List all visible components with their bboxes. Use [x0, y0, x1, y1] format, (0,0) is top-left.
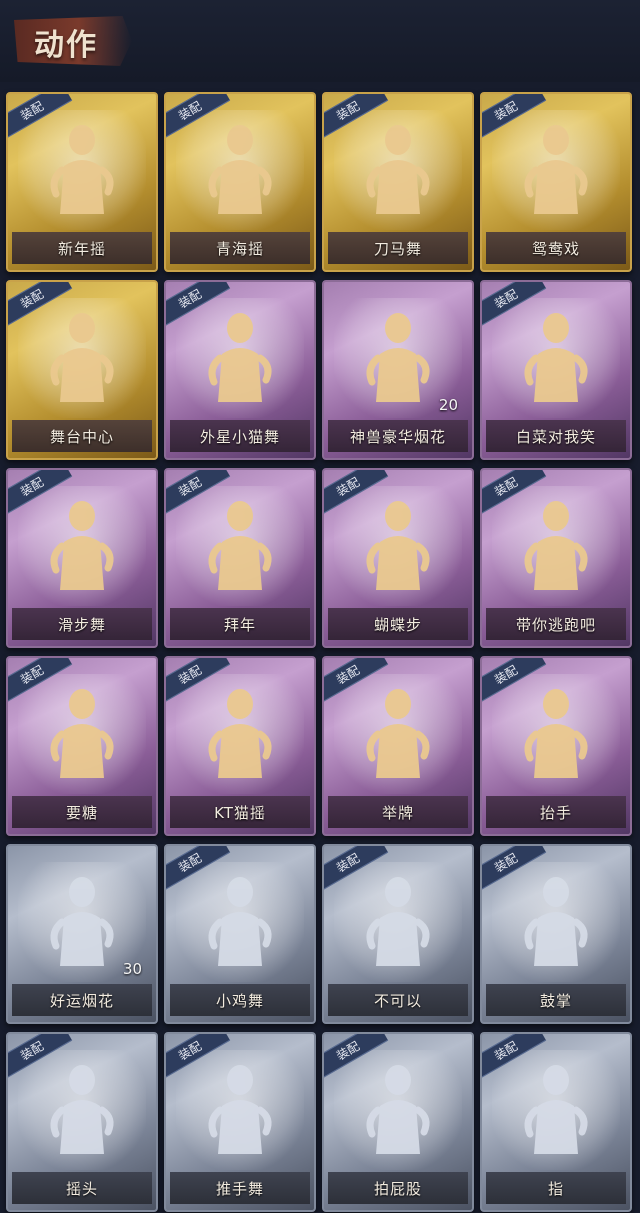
action-label: 不可以: [328, 984, 468, 1016]
action-label: 青海摇: [170, 232, 310, 264]
emote-figure-icon: [200, 306, 280, 406]
emote-figure-icon: [516, 1058, 596, 1158]
action-label: 带你逃跑吧: [486, 608, 626, 640]
item-count: 30: [122, 960, 142, 978]
action-label: 白菜对我笑: [486, 420, 626, 452]
action-label: 拜年: [170, 608, 310, 640]
action-card[interactable]: 要糖 装配: [6, 656, 158, 836]
action-card[interactable]: 带你逃跑吧 装配: [480, 468, 632, 648]
action-label: 拍屁股: [328, 1172, 468, 1204]
action-card[interactable]: 抬手 装配: [480, 656, 632, 836]
action-card[interactable]: 滑步舞 装配: [6, 468, 158, 648]
action-label: 指: [486, 1172, 626, 1204]
action-label: 要糖: [12, 796, 152, 828]
emote-figure-icon: [358, 682, 438, 782]
action-card[interactable]: 30 好运烟花: [6, 844, 158, 1024]
action-card[interactable]: 新年摇 装配: [6, 92, 158, 272]
item-count: 20: [438, 396, 458, 414]
emote-figure-icon: [516, 306, 596, 406]
emote-figure-icon: [42, 682, 122, 782]
action-card[interactable]: 刀马舞 装配: [322, 92, 474, 272]
action-label: 推手舞: [170, 1172, 310, 1204]
emote-figure-icon: [200, 1058, 280, 1158]
emote-figure-icon: [516, 494, 596, 594]
action-label: 摇头: [12, 1172, 152, 1204]
action-label: 鼓掌: [486, 984, 626, 1016]
action-card[interactable]: 20 神兽豪华烟花: [322, 280, 474, 460]
action-card[interactable]: 拜年 装配: [164, 468, 316, 648]
action-label: 举牌: [328, 796, 468, 828]
page-title: 动作: [34, 28, 98, 63]
emote-figure-icon: [516, 870, 596, 970]
action-card[interactable]: KT猫摇 装配: [164, 656, 316, 836]
action-card[interactable]: 外星小猫舞 装配: [164, 280, 316, 460]
emote-figure-icon: [358, 118, 438, 218]
emote-figure-icon: [200, 870, 280, 970]
emote-figure-icon: [516, 682, 596, 782]
action-card[interactable]: 指装配: [480, 1032, 632, 1212]
emote-figure-icon: [358, 870, 438, 970]
action-label: 鸳鸯戏: [486, 232, 626, 264]
action-label: 神兽豪华烟花: [328, 420, 468, 452]
action-label: 好运烟花: [12, 984, 152, 1016]
action-card[interactable]: 摇头 装配: [6, 1032, 158, 1212]
emote-figure-icon: [200, 118, 280, 218]
action-card[interactable]: 举牌 装配: [322, 656, 474, 836]
emote-figure-icon: [42, 1058, 122, 1158]
emote-figure-icon: [42, 306, 122, 406]
emote-figure-icon: [42, 118, 122, 218]
header: 动作: [0, 0, 640, 82]
action-card[interactable]: 白菜对我笑 装配: [480, 280, 632, 460]
action-label: 新年摇: [12, 232, 152, 264]
action-card[interactable]: 蝴蝶步 装配: [322, 468, 474, 648]
action-label: 舞台中心: [12, 420, 152, 452]
action-label: KT猫摇: [170, 796, 310, 828]
action-card[interactable]: 不可以 装配: [322, 844, 474, 1024]
emote-figure-icon: [200, 494, 280, 594]
emote-figure-icon: [358, 306, 438, 406]
action-label: 抬手: [486, 796, 626, 828]
action-label: 蝴蝶步: [328, 608, 468, 640]
action-card[interactable]: 青海摇 装配: [164, 92, 316, 272]
action-card[interactable]: 拍屁股 装配: [322, 1032, 474, 1212]
action-card[interactable]: 鼓掌 装配: [480, 844, 632, 1024]
emote-figure-icon: [42, 870, 122, 970]
emote-figure-icon: [358, 1058, 438, 1158]
action-label: 滑步舞: [12, 608, 152, 640]
emote-figure-icon: [358, 494, 438, 594]
action-card[interactable]: 小鸡舞 装配: [164, 844, 316, 1024]
action-label: 外星小猫舞: [170, 420, 310, 452]
emote-figure-icon: [200, 682, 280, 782]
action-card[interactable]: 推手舞 装配: [164, 1032, 316, 1212]
action-card[interactable]: 鸳鸯戏 装配: [480, 92, 632, 272]
action-label: 刀马舞: [328, 232, 468, 264]
emote-figure-icon: [516, 118, 596, 218]
emote-figure-icon: [42, 494, 122, 594]
action-label: 小鸡舞: [170, 984, 310, 1016]
action-card[interactable]: 舞台中心 装配: [6, 280, 158, 460]
